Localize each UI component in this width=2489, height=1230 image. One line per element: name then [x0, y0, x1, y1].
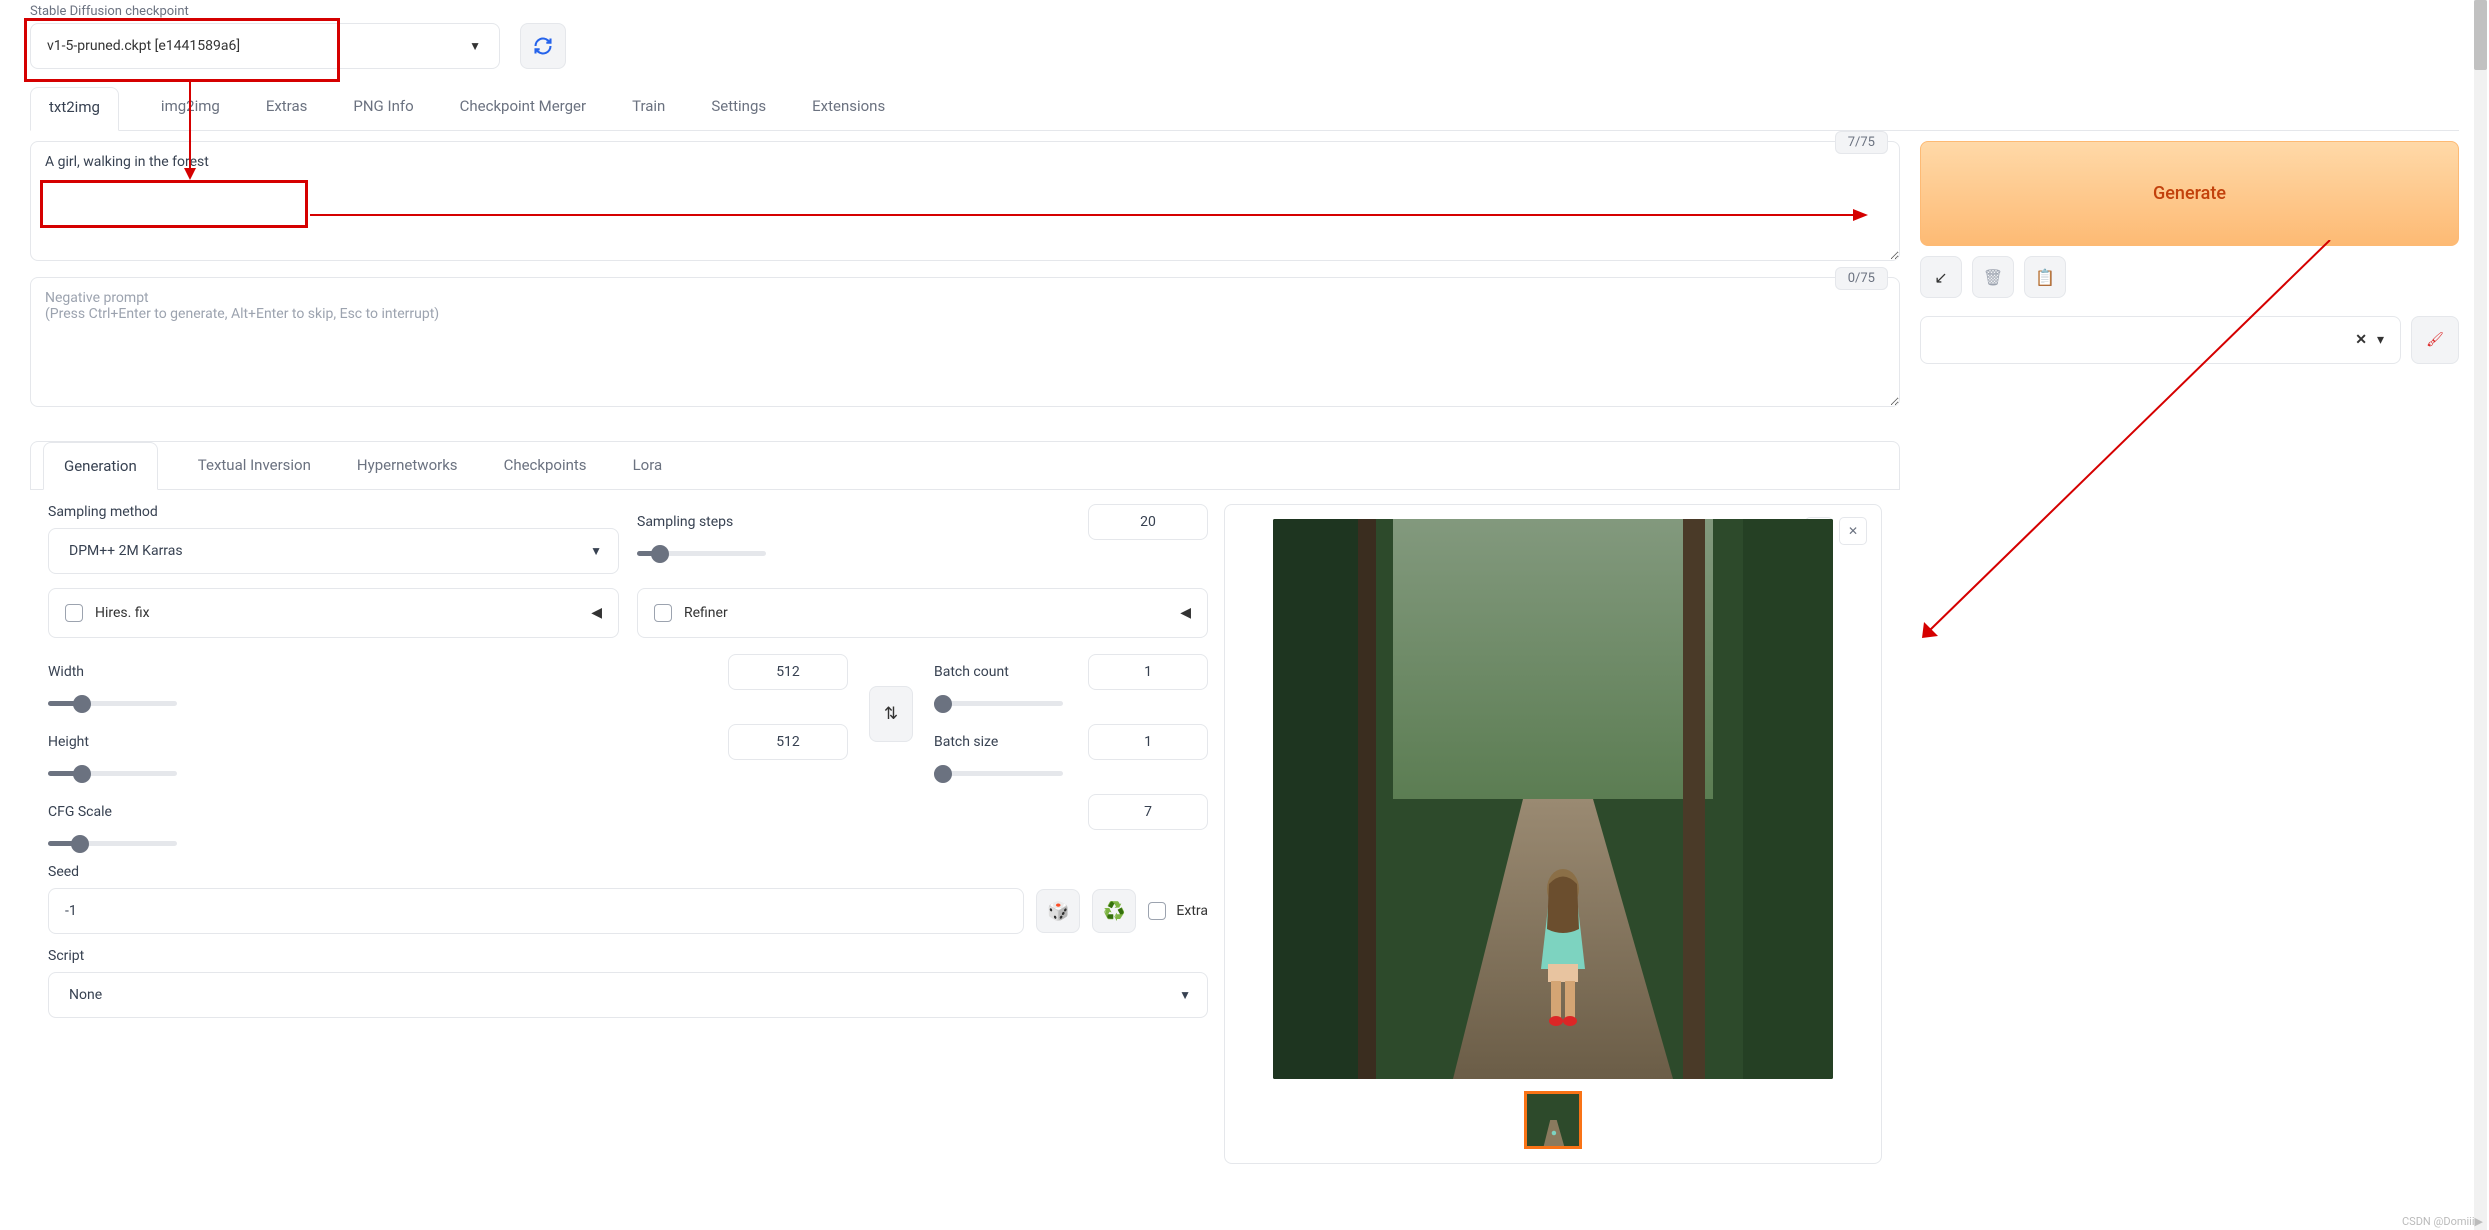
- generate-button[interactable]: Generate: [1920, 141, 2459, 246]
- output-image[interactable]: [1273, 519, 1833, 1079]
- watermark: CSDN @Domiii▶: [2402, 1215, 2483, 1228]
- batch-count-value[interactable]: [1088, 654, 1208, 690]
- hires-fix-accordion[interactable]: Hires. fix ◀: [48, 588, 619, 638]
- seed-extra-label: Extra: [1176, 903, 1208, 919]
- subtab-hypernetworks[interactable]: Hypernetworks: [351, 442, 464, 489]
- width-label: Width: [48, 664, 84, 680]
- batch-size-slider[interactable]: [934, 771, 1063, 776]
- scrollbar-thumb[interactable]: [2474, 0, 2487, 70]
- batch-count-slider[interactable]: [934, 701, 1063, 706]
- subtab-generation[interactable]: Generation: [43, 442, 158, 490]
- negative-prompt-input[interactable]: [30, 277, 1900, 407]
- tab-train[interactable]: Train: [628, 87, 669, 130]
- pen-icon: 🖌: [2426, 332, 2444, 348]
- sampling-method-label: Sampling method: [48, 504, 619, 520]
- clear-prompt-button[interactable]: 🗑: [1972, 256, 2014, 298]
- seed-reuse-button[interactable]: ♻️: [1092, 889, 1136, 933]
- seed-random-button[interactable]: 🎲: [1036, 889, 1080, 933]
- caret-down-icon: ▼: [590, 544, 602, 558]
- checkpoint-label: Stable Diffusion checkpoint: [30, 4, 2459, 19]
- caret-down-icon: ▼: [469, 39, 481, 53]
- script-label: Script: [48, 948, 1208, 964]
- styles-select[interactable]: ✕ ▾: [1920, 316, 2401, 364]
- hires-fix-label: Hires. fix: [95, 605, 150, 621]
- main-tabs: txt2img img2img Extras PNG Info Checkpoi…: [30, 87, 2459, 131]
- seed-input[interactable]: [48, 888, 1024, 934]
- seed-label: Seed: [48, 864, 1208, 880]
- sampling-method-select[interactable]: DPM++ 2M Karras ▼: [48, 528, 619, 574]
- neg-prompt-token-count: 0/75: [1835, 267, 1888, 290]
- script-select[interactable]: None ▼: [48, 972, 1208, 1018]
- refiner-label: Refiner: [684, 605, 728, 621]
- paste-button[interactable]: 📋: [2024, 256, 2066, 298]
- height-value[interactable]: [728, 724, 848, 760]
- tab-settings[interactable]: Settings: [707, 87, 770, 130]
- height-label: Height: [48, 734, 89, 750]
- subtab-lora[interactable]: Lora: [627, 442, 669, 489]
- checkpoint-value: v1-5-pruned.ckpt [e1441589a6]: [47, 38, 240, 54]
- refresh-checkpoint-button[interactable]: [520, 23, 566, 69]
- batch-size-label: Batch size: [934, 734, 998, 750]
- tab-extras[interactable]: Extras: [262, 87, 312, 130]
- sampling-steps-slider[interactable]: [637, 551, 766, 556]
- forest-preview-svg: [1273, 519, 1833, 1079]
- clear-styles-icon[interactable]: ✕: [2355, 332, 2367, 348]
- cfg-value[interactable]: [1088, 794, 1208, 830]
- tab-extensions[interactable]: Extensions: [808, 87, 889, 130]
- refresh-icon: [533, 36, 553, 56]
- close-image-button[interactable]: ✕: [1839, 517, 1867, 545]
- checkpoint-select[interactable]: v1-5-pruned.ckpt [e1441589a6] ▼: [30, 23, 500, 69]
- tab-checkpoint-merger[interactable]: Checkpoint Merger: [456, 87, 590, 130]
- output-thumbnail[interactable]: [1524, 1091, 1582, 1149]
- batch-count-label: Batch count: [934, 664, 1009, 680]
- width-value[interactable]: [728, 654, 848, 690]
- subtab-textual-inversion[interactable]: Textual Inversion: [192, 442, 317, 489]
- subtab-checkpoints[interactable]: Checkpoints: [498, 442, 593, 489]
- cfg-slider[interactable]: [48, 841, 177, 846]
- prompt-token-count: 7/75: [1835, 131, 1888, 154]
- tab-txt2img[interactable]: txt2img: [30, 87, 119, 131]
- scrollbar-track[interactable]: [2474, 0, 2487, 1230]
- caret-down-icon: ▼: [1179, 988, 1191, 1002]
- edit-styles-button[interactable]: 🖌: [2411, 316, 2459, 364]
- triangle-left-icon: ◀: [591, 605, 602, 621]
- swap-dimensions-button[interactable]: ⇅: [869, 686, 913, 742]
- tab-pnginfo[interactable]: PNG Info: [349, 87, 417, 130]
- sampling-steps-label: Sampling steps: [637, 514, 733, 530]
- script-value: None: [69, 987, 102, 1003]
- refiner-checkbox[interactable]: [654, 604, 672, 622]
- caret-down-icon: ▾: [2377, 332, 2384, 348]
- interrogate-button[interactable]: ↙: [1920, 256, 1962, 298]
- sampling-steps-value[interactable]: [1088, 504, 1208, 540]
- gen-sub-tabs-panel: Generation Textual Inversion Hypernetwor…: [30, 441, 1900, 490]
- height-slider[interactable]: [48, 771, 177, 776]
- width-slider[interactable]: [48, 701, 177, 706]
- tab-img2img[interactable]: img2img: [157, 87, 224, 130]
- sampling-method-value: DPM++ 2M Karras: [69, 543, 183, 559]
- prompt-input[interactable]: A girl, walking in the forest: [30, 141, 1900, 261]
- triangle-left-icon: ◀: [1180, 605, 1191, 621]
- seed-extra-checkbox[interactable]: [1148, 902, 1166, 920]
- refiner-accordion[interactable]: Refiner ◀: [637, 588, 1208, 638]
- batch-size-value[interactable]: [1088, 724, 1208, 760]
- output-panel: ⤓ ✕: [1224, 504, 1882, 1164]
- cfg-label: CFG Scale: [48, 804, 112, 820]
- hires-fix-checkbox[interactable]: [65, 604, 83, 622]
